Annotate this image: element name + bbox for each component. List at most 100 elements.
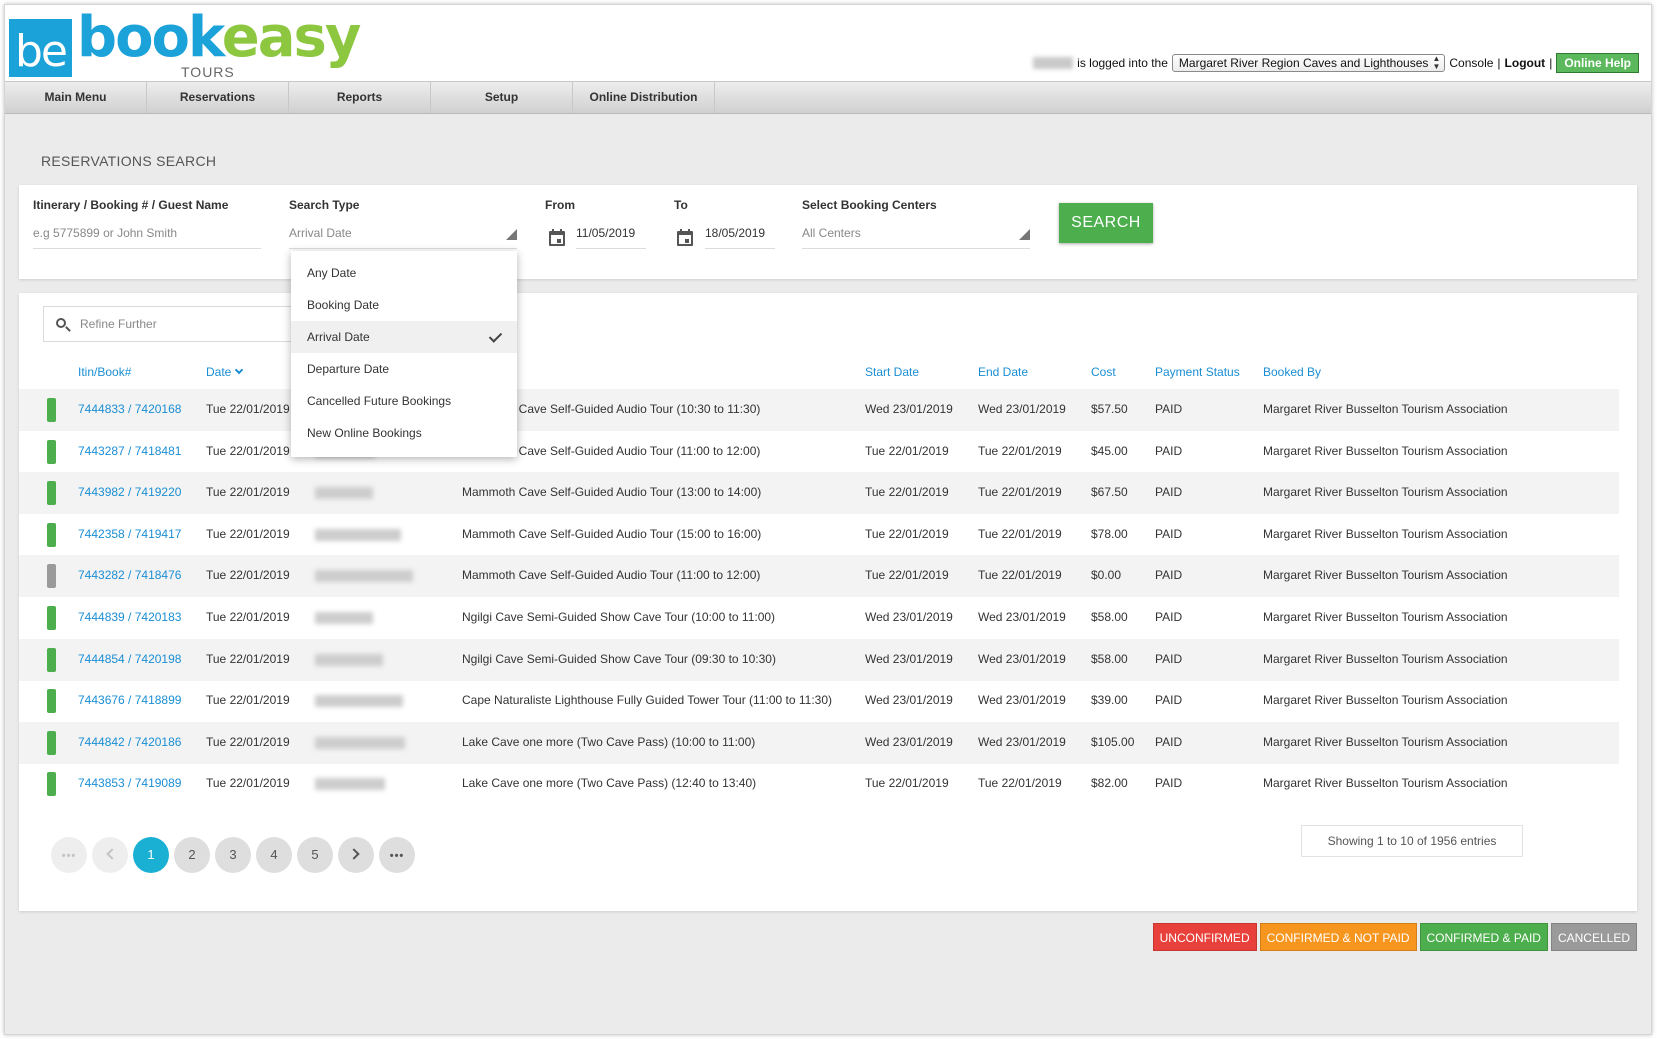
option-arrival-date[interactable]: Arrival Date [291,321,517,353]
legend-cancelled: CANCELLED [1550,923,1637,951]
itin-link[interactable]: 7444854 / 7420198 [78,652,181,666]
console-link[interactable]: Console [1449,56,1493,70]
pagination-page-5[interactable]: 5 [297,837,333,873]
table-row[interactable]: 7443853 / 7419089 Tue 22/01/2019 Lake Cave… [19,763,1619,805]
nav-online-distribution[interactable]: Online Distribution [573,82,715,113]
start-date: Tue 22/01/2019 [865,526,949,541]
itin-link[interactable]: 7443676 / 7418899 [78,693,181,707]
end-date: Wed 23/01/2019 [978,402,1066,416]
search-type-label: Search Type [289,198,360,212]
search-type-dropdown: Any Date Booking Date Arrival Date Depar… [291,251,517,457]
nav-reservations[interactable]: Reservations [147,82,289,113]
itin-link[interactable]: 7444839 / 7420183 [78,610,181,624]
payment-status: PAID [1155,568,1183,583]
itin-link[interactable]: 7443853 / 7419089 [78,776,181,790]
legend-unconfirmed: UNCONFIRMED [1152,923,1257,951]
col-cost[interactable]: Cost [1091,365,1116,379]
bookeasy-logo[interactable]: be bookeasy TOURS [9,5,369,80]
booked-by: Margaret River Busselton Tourism Associa… [1263,526,1508,541]
table-row[interactable]: 7444839 / 7420183 Tue 22/01/2019 Ngilgi Ca… [19,597,1619,639]
booked-by: Margaret River Busselton Tourism Associa… [1263,610,1508,624]
dropdown-arrow-icon [506,229,517,240]
table-row[interactable]: 7442358 / 7419417 Tue 22/01/2019 Mammoth C… [19,514,1619,556]
guest-name-redacted [315,570,413,585]
pagination-page-3[interactable]: 3 [215,837,251,873]
booking-centers-select[interactable]: All Centers [802,221,1030,249]
cost: $58.00 [1091,610,1128,624]
guest-name-redacted [315,653,383,669]
booking-date: Tue 22/01/2019 [206,610,290,624]
pagination-page-2[interactable]: 2 [174,837,210,873]
booking-date: Tue 22/01/2019 [206,485,290,500]
nav-main-menu[interactable]: Main Menu [5,82,147,113]
legend-confirmed-paid: CONFIRMED & PAID [1419,923,1548,951]
to-date-input[interactable]: 18/05/2019 [705,221,775,249]
booked-by: Margaret River Busselton Tourism Associa… [1263,402,1508,416]
online-help-button[interactable]: Online Help [1556,53,1639,73]
table-row[interactable]: 7444854 / 7420198 Tue 22/01/2019 Ngilgi Ca… [19,638,1619,681]
property-select[interactable]: Margaret River Region Caves and Lighthou… [1171,54,1446,72]
option-any-date[interactable]: Any Date [291,257,517,289]
from-date-input[interactable]: 11/05/2019 [576,221,646,249]
pagination-next[interactable] [338,837,374,873]
table-row[interactable]: 7444833 / 7420168 Tue 22/01/2019 Mammoth C… [19,389,1619,431]
search-type-select[interactable]: Arrival Date [289,221,517,249]
start-date: Wed 23/01/2019 [865,402,953,416]
itinerary-input[interactable]: e.g 5775899 or John Smith [33,221,261,249]
nav-setup[interactable]: Setup [431,82,573,113]
col-itin[interactable]: Itin/Book# [78,365,131,379]
pagination-last[interactable]: ••• [379,837,415,873]
logo-wordmark: bookeasy [77,5,361,70]
results-panel: Refine Further Itin/Book# Date Start Dat… [19,293,1637,911]
guest-name-redacted [315,528,401,544]
pagination-prev[interactable] [92,837,128,873]
booking-date: Tue 22/01/2019 [206,526,290,541]
itin-link[interactable]: 7444833 / 7420168 [78,402,181,416]
option-booking-date[interactable]: Booking Date [291,289,517,321]
status-indicator [47,564,56,589]
payment-status: PAID [1155,443,1183,458]
booking-centers-label: Select Booking Centers [802,198,937,212]
pagination-page-4[interactable]: 4 [256,837,292,873]
ellipsis-icon: ••• [389,850,405,862]
to-label: To [674,198,688,212]
product-name: Mammoth Cave Self-Guided Audio Tour (15:… [462,526,762,541]
option-cancelled-future[interactable]: Cancelled Future Bookings [291,385,517,417]
cost: $0.00 [1091,568,1122,583]
itin-link[interactable]: 7443982 / 7419220 [78,485,181,499]
table-row[interactable]: 7443282 / 7418476 Tue 22/01/2019 Mammoth C… [19,555,1619,598]
nav-reports[interactable]: Reports [289,82,431,113]
table-row[interactable]: 7443676 / 7418899 Tue 22/01/2019 Cape Natu… [19,680,1619,722]
option-departure-date[interactable]: Departure Date [291,353,517,385]
guest-name-redacted [315,487,373,502]
col-booked-by[interactable]: Booked By [1263,365,1321,379]
end-date: Wed 23/01/2019 [978,734,1066,749]
header: be bookeasy TOURS is logged into the Mar… [5,5,1651,81]
calendar-icon[interactable] [677,229,693,246]
cost: $58.00 [1091,651,1128,666]
pagination-first[interactable]: ••• [51,837,87,873]
status-legend: UNCONFIRMED CONFIRMED & NOT PAID CONFIRM… [1150,923,1637,951]
payment-status: PAID [1155,734,1183,749]
col-end-date[interactable]: End Date [978,365,1028,379]
booked-by: Margaret River Busselton Tourism Associa… [1263,485,1508,500]
itin-link[interactable]: 7443287 / 7418481 [78,444,181,458]
table-row[interactable]: 7444842 / 7420186 Tue 22/01/2019 Lake Cave… [19,721,1619,764]
col-payment-status[interactable]: Payment Status [1155,365,1240,379]
search-button[interactable]: SEARCH [1059,203,1153,243]
itin-link[interactable]: 7443282 / 7418476 [78,568,181,582]
calendar-icon[interactable] [549,229,565,246]
table-row[interactable]: 7443982 / 7419220 Tue 22/01/2019 Mammoth C… [19,472,1619,515]
username-redacted [1033,57,1074,69]
product-name: Cape Naturaliste Lighthouse Fully Guided… [462,693,832,708]
itin-link[interactable]: 7444842 / 7420186 [78,735,181,749]
col-date[interactable]: Date [206,365,244,379]
option-new-online[interactable]: New Online Bookings [291,417,517,449]
col-start-date[interactable]: Start Date [865,365,919,379]
itin-link[interactable]: 7442358 / 7419417 [78,527,181,541]
page-title: RESERVATIONS SEARCH [41,153,217,169]
booking-date: Tue 22/01/2019 [206,443,290,458]
logout-link[interactable]: Logout [1505,56,1546,70]
table-row[interactable]: 7443287 / 7418481 Tue 22/01/2019 Mammoth C… [19,431,1619,473]
pagination-page-1[interactable]: 1 [133,837,169,873]
